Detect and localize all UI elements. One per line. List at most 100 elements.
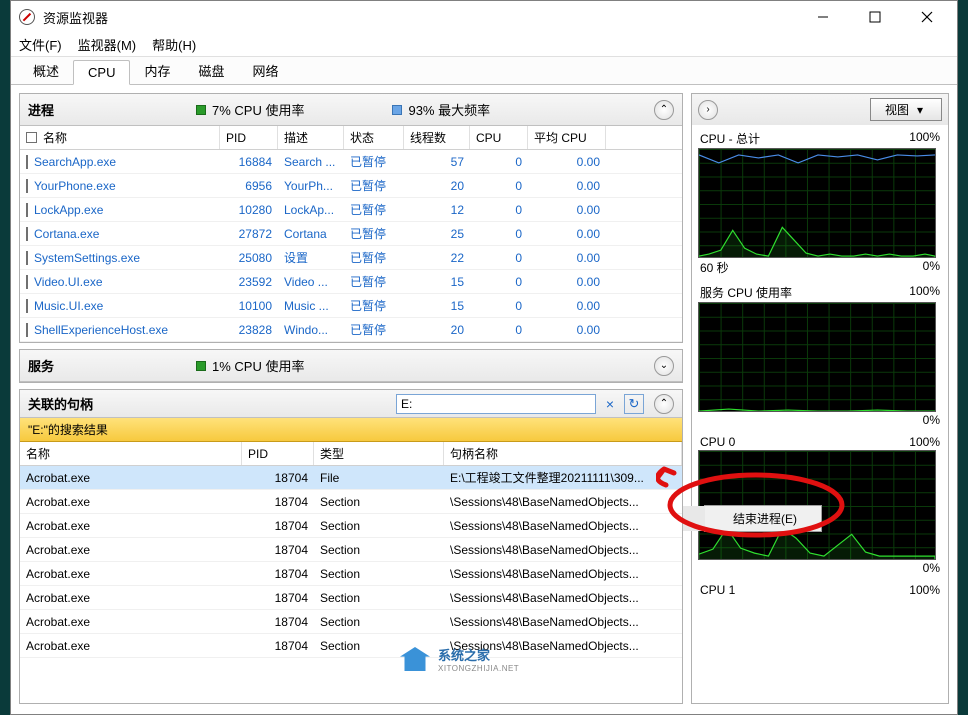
select-all-checkbox[interactable] — [26, 132, 37, 143]
handle-name: Acrobat.exe — [20, 495, 242, 509]
services-panel: 服务 1% CPU 使用率 ⌄ — [19, 349, 683, 383]
process-checkbox[interactable] — [26, 323, 28, 337]
handle-row[interactable]: Acrobat.exe 18704 Section \Sessions\48\B… — [20, 538, 682, 562]
process-checkbox[interactable] — [26, 179, 28, 193]
graph-cpu-total: CPU - 总计100% 60 秒0% — [698, 129, 942, 277]
graph-cpu-total-ftr-l: 60 秒 — [700, 259, 729, 276]
handle-path: \Sessions\48\BaseNamedObjects... — [444, 567, 682, 581]
collapse-handles-icon[interactable]: ⌃ — [654, 394, 674, 414]
handle-row[interactable]: Acrobat.exe 18704 Section \Sessions\48\B… — [20, 490, 682, 514]
process-avg-cpu: 0.00 — [528, 299, 606, 313]
handle-path: \Sessions\48\BaseNamedObjects... — [444, 615, 682, 629]
process-checkbox[interactable] — [26, 251, 28, 265]
process-status: 已暂停 — [344, 321, 404, 338]
close-button[interactable] — [913, 6, 941, 28]
handle-path: E:\工程竣工文件整理20211111\309... — [444, 469, 682, 486]
maximize-button[interactable] — [861, 6, 889, 28]
handle-row[interactable]: Acrobat.exe 18704 Section \Sessions\48\B… — [20, 562, 682, 586]
refresh-icon[interactable]: ↻ — [624, 394, 644, 414]
process-checkbox[interactable] — [26, 227, 28, 241]
svc-cpu-icon — [196, 361, 206, 371]
process-status: 已暂停 — [344, 177, 404, 194]
services-title: 服务 — [28, 356, 178, 375]
minimize-button[interactable] — [809, 6, 837, 28]
clear-search-icon[interactable]: × — [606, 396, 614, 412]
col-cpu[interactable]: CPU — [470, 126, 528, 149]
handles-search-input[interactable] — [396, 394, 596, 414]
handle-type: Section — [314, 591, 444, 605]
titlebar[interactable]: 资源监视器 — [11, 1, 957, 33]
process-row[interactable]: SystemSettings.exe 25080 设置 已暂停 22 0 0.0… — [20, 246, 682, 270]
process-name: YourPhone.exe — [34, 179, 116, 193]
search-results-banner: "E:"的搜索结果 — [20, 418, 682, 442]
process-checkbox[interactable] — [26, 203, 28, 217]
handle-name: Acrobat.exe — [20, 543, 242, 557]
process-checkbox[interactable] — [26, 299, 28, 313]
process-name: LockApp.exe — [34, 203, 103, 217]
view-button[interactable]: 视图▾ — [870, 98, 942, 121]
process-threads: 15 — [404, 275, 470, 289]
col-avg-cpu[interactable]: 平均 CPU — [528, 126, 606, 149]
handles-header: 关联的句柄 × ↻ ⌃ — [20, 390, 682, 418]
process-checkbox[interactable] — [26, 155, 28, 169]
hcol-type[interactable]: 类型 — [314, 442, 444, 465]
tab-cpu[interactable]: CPU — [73, 60, 130, 85]
handle-row[interactable]: Acrobat.exe 18704 Section \Sessions\48\B… — [20, 634, 682, 658]
handle-row[interactable]: Acrobat.exe 18704 Section \Sessions\48\B… — [20, 586, 682, 610]
col-name[interactable]: 名称 — [20, 126, 220, 149]
process-status: 已暂停 — [344, 201, 404, 218]
services-header[interactable]: 服务 1% CPU 使用率 ⌄ — [20, 350, 682, 382]
tab-network[interactable]: 网络 — [239, 57, 293, 84]
process-status: 已暂停 — [344, 297, 404, 314]
process-avg-cpu: 0.00 — [528, 251, 606, 265]
process-pid: 6956 — [220, 179, 278, 193]
collapse-services-icon[interactable]: ⌄ — [654, 356, 674, 376]
tab-disk[interactable]: 磁盘 — [184, 57, 238, 84]
context-end-process[interactable]: 结束进程(E) — [683, 506, 821, 531]
process-name: Music.UI.exe — [34, 299, 103, 313]
col-pid[interactable]: PID — [220, 126, 278, 149]
process-row[interactable]: Music.UI.exe 10100 Music ... 已暂停 15 0 0.… — [20, 294, 682, 318]
hcol-pid[interactable]: PID — [242, 442, 314, 465]
process-name: Video.UI.exe — [34, 275, 103, 289]
tab-memory[interactable]: 内存 — [130, 57, 184, 84]
process-row[interactable]: Video.UI.exe 23592 Video ... 已暂停 15 0 0.… — [20, 270, 682, 294]
col-threads[interactable]: 线程数 — [404, 126, 470, 149]
menu-file[interactable]: 文件(F) — [19, 35, 62, 54]
process-threads: 15 — [404, 299, 470, 313]
process-desc: Windo... — [278, 323, 344, 337]
menu-monitor[interactable]: 监视器(M) — [78, 35, 137, 54]
handle-row[interactable]: Acrobat.exe 18704 File E:\工程竣工文件整理202111… — [20, 466, 682, 490]
process-desc: LockAp... — [278, 203, 344, 217]
handle-row[interactable]: Acrobat.exe 18704 Section \Sessions\48\B… — [20, 514, 682, 538]
hcol-name[interactable]: 名称 — [20, 442, 242, 465]
processes-header[interactable]: 进程 7% CPU 使用率 93% 最大频率 ⌃ — [20, 94, 682, 126]
process-row[interactable]: YourPhone.exe 6956 YourPh... 已暂停 20 0 0.… — [20, 174, 682, 198]
handle-type: Section — [314, 567, 444, 581]
tab-overview[interactable]: 概述 — [19, 57, 73, 84]
collapse-processes-icon[interactable]: ⌃ — [654, 100, 674, 120]
process-desc: YourPh... — [278, 179, 344, 193]
graph-cpu-total-label: CPU - 总计 — [700, 130, 760, 147]
col-status[interactable]: 状态 — [344, 126, 404, 149]
process-row[interactable]: Cortana.exe 27872 Cortana 已暂停 25 0 0.00 — [20, 222, 682, 246]
process-pid: 25080 — [220, 251, 278, 265]
handle-pid: 18704 — [242, 495, 314, 509]
graph-svc-ftr-r: 0% — [923, 413, 940, 427]
handle-path: \Sessions\48\BaseNamedObjects... — [444, 495, 682, 509]
handle-row[interactable]: Acrobat.exe 18704 Section \Sessions\48\B… — [20, 610, 682, 634]
graph-cpu1-label: CPU 1 — [700, 583, 735, 597]
handle-path: \Sessions\48\BaseNamedObjects... — [444, 639, 682, 653]
menu-help[interactable]: 帮助(H) — [152, 35, 196, 54]
graph-cpu1-pct: 100% — [909, 583, 940, 597]
process-row[interactable]: LockApp.exe 10280 LockAp... 已暂停 12 0 0.0… — [20, 198, 682, 222]
handle-pid: 18704 — [242, 639, 314, 653]
hcol-handle[interactable]: 句柄名称 — [444, 442, 682, 465]
process-row[interactable]: SearchApp.exe 16884 Search ... 已暂停 57 0 … — [20, 150, 682, 174]
process-checkbox[interactable] — [26, 275, 28, 289]
expand-graphs-icon[interactable]: › — [698, 100, 718, 120]
col-description[interactable]: 描述 — [278, 126, 344, 149]
handle-type: Section — [314, 543, 444, 557]
process-row[interactable]: ShellExperienceHost.exe 23828 Windo... 已… — [20, 318, 682, 342]
graph-svc-pct: 100% — [909, 284, 940, 301]
